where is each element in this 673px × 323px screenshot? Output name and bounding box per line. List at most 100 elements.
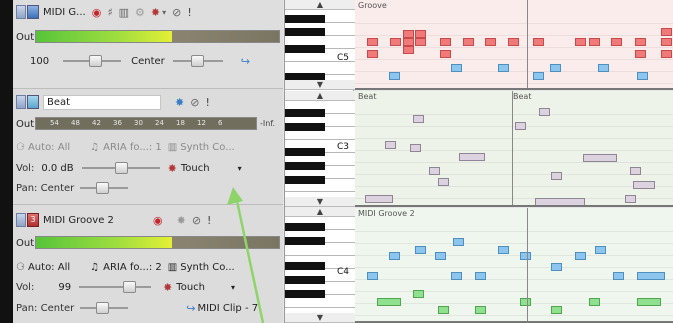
midi-note[interactable] [589,298,600,306]
mute-icon[interactable]: ⊘ [190,96,199,109]
volume-value[interactable]: 100 [30,56,49,67]
touch-label[interactable]: Touch [181,163,210,174]
black-key[interactable] [285,28,325,36]
output-routing-icon[interactable]: ↪ [241,55,250,68]
midi-note[interactable] [637,298,661,306]
midi-note[interactable] [498,246,509,254]
black-key[interactable] [285,15,325,23]
pan-value[interactable]: Center [131,56,165,67]
midi-note[interactable] [413,290,424,298]
keyboard-icon[interactable]: ▥ [119,6,129,19]
midi-note[interactable] [589,38,600,46]
midi-note[interactable] [403,30,414,38]
synth-gear-icon[interactable]: ✸ [177,214,186,227]
midi-note[interactable] [429,167,440,175]
midi-note[interactable] [551,172,562,180]
vol-value[interactable]: 99 [58,282,71,293]
midi-note[interactable] [520,252,531,260]
midi-note[interactable] [438,306,449,314]
midi-note[interactable] [625,195,636,203]
midi-note[interactable] [415,30,426,38]
midi-note[interactable] [550,64,561,72]
midi-note[interactable] [385,141,396,149]
black-key[interactable] [285,45,325,53]
midi-note[interactable] [551,306,562,314]
midi-note[interactable] [365,195,393,203]
lane-midi-groove-2[interactable]: MIDI Groove 2 [355,208,673,323]
solo-icon[interactable]: ! [207,214,211,227]
lane-groove[interactable]: Groove [355,0,673,90]
pan-slider[interactable] [80,302,129,314]
solo-icon[interactable]: ! [205,96,209,109]
black-key[interactable] [285,237,325,245]
synth-gear-icon[interactable]: ✸ [175,96,184,109]
midi-note[interactable] [575,38,586,46]
midi-note[interactable] [440,38,451,46]
midi-note[interactable] [485,38,496,46]
midi-note[interactable] [475,306,486,314]
pan-slider[interactable] [172,55,223,67]
scroll-up-arrow[interactable]: ▲ [285,207,355,217]
midi-note[interactable] [367,50,378,58]
synth-label[interactable]: Synth Co... [180,262,235,273]
midi-note[interactable] [413,115,424,123]
track-folder-icon[interactable] [16,95,26,109]
record-arm-icon[interactable]: ◉ [153,214,163,227]
midi-note[interactable] [611,38,622,46]
midi-note[interactable] [403,46,414,54]
chevron-down-icon[interactable]: ▾ [231,283,235,292]
mute-icon[interactable]: ⊘ [172,6,181,19]
input-monitor-icon[interactable]: ♯ [107,6,112,19]
midi-note[interactable] [575,252,586,260]
midi-note[interactable] [661,28,672,36]
synth-gear-icon[interactable]: ✸ [151,6,160,19]
midi-note[interactable] [415,246,426,254]
scroll-down-arrow[interactable]: ▼ [285,197,355,207]
scroll-down-arrow[interactable]: ▼ [285,313,355,323]
midi-note[interactable] [438,178,449,186]
track2-name[interactable]: Beat [43,94,161,110]
black-key[interactable] [285,176,325,184]
midi-note[interactable] [583,154,617,162]
midi-note[interactable] [389,252,400,260]
midi-note[interactable] [367,272,378,280]
midi-note[interactable] [463,38,474,46]
output-label[interactable]: MIDI Clip - 7 [197,303,258,314]
touch-label[interactable]: Touch [176,282,205,293]
black-key[interactable] [285,148,325,156]
instrument-label[interactable]: ARIA fo...: 2 [103,262,162,273]
midi-note[interactable] [633,181,655,189]
mute-icon[interactable]: ⊘ [192,214,201,227]
track-beat[interactable]: Beat ✸ ⊘ ! Out 54 48 42 36 30 24 18 12 6 -Inf. ⚆… [13,89,283,205]
volume-slider[interactable] [79,281,152,293]
midi-note[interactable] [403,38,414,46]
keyboard-section-1[interactable] [285,10,355,80]
midi-note[interactable] [515,122,526,130]
midi-note[interactable] [451,272,462,280]
midi-note[interactable] [498,64,509,72]
midi-note[interactable] [451,64,462,72]
track3-name[interactable]: MIDI Groove 2 [43,215,147,226]
scroll-up-arrow[interactable]: ▲ [285,0,355,10]
midi-note[interactable] [637,272,665,280]
midi-note[interactable] [613,272,624,280]
scroll-down-arrow[interactable]: ▼ [285,80,355,90]
black-key[interactable] [285,290,325,298]
midi-note[interactable] [415,38,426,46]
midi-note[interactable] [377,298,401,306]
midi-note[interactable] [635,50,646,58]
midi-note[interactable] [539,108,550,116]
black-key[interactable] [285,276,325,284]
track-midi-groove-2[interactable]: 3 MIDI Groove 2 ◉ ✸ ⊘ ! Out ⚆ Auto: All … [13,206,283,323]
auto-label[interactable]: Auto: All [28,262,70,273]
midi-note[interactable] [435,252,446,260]
midi-note[interactable] [598,64,609,72]
midi-note[interactable] [661,38,672,46]
midi-note[interactable] [475,272,486,280]
lane-beat[interactable]: Beat Beat [355,91,673,207]
keyboard-section-3[interactable] [285,217,355,313]
midi-note[interactable] [595,246,606,254]
fx-icon[interactable]: ⚙ [135,6,145,19]
midi-note[interactable] [551,263,562,271]
instrument-label[interactable]: ARIA fo...: 1 [103,142,162,153]
